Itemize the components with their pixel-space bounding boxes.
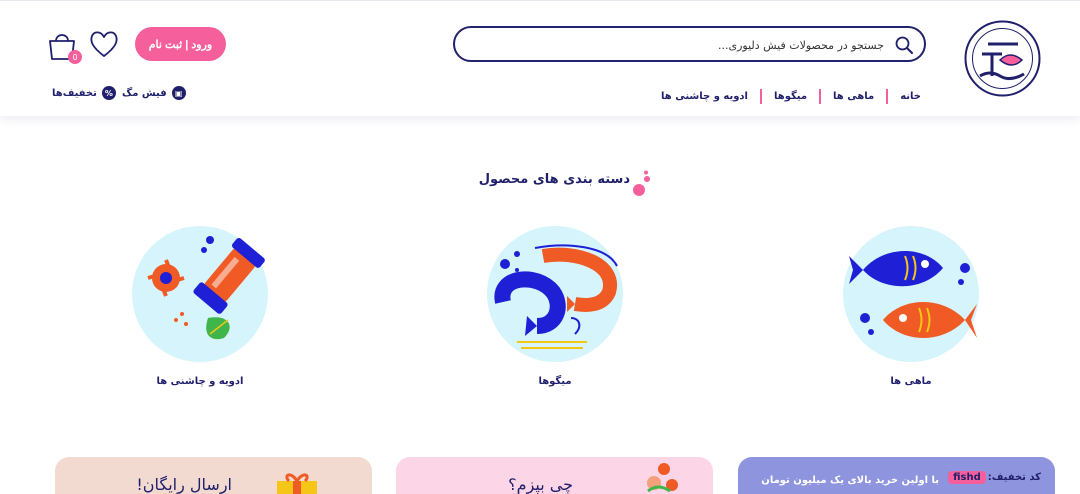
what-to-cook-banner[interactable]: چی بپزم؟ xyxy=(396,457,713,494)
category-spices-image xyxy=(132,226,268,362)
what-to-cook-title: چی بپزم؟ xyxy=(508,475,573,494)
magazine-icon: ▣ xyxy=(171,86,186,100)
category-spices[interactable]: ادویه و چاشنی ها xyxy=(130,226,270,387)
main-nav: خانه ماهی ها میگوها ادویه و چاشنی ها xyxy=(649,89,921,104)
category-label: میگوها xyxy=(538,376,572,387)
fish-icon xyxy=(849,250,977,338)
category-label: ماهی ها xyxy=(890,376,932,387)
category-shrimp-image xyxy=(487,226,623,362)
decorative-bubbles-icon xyxy=(633,170,650,196)
category-shrimp[interactable]: میگوها xyxy=(485,226,625,387)
login-register-button[interactable]: ورود | ثبت نام xyxy=(135,27,226,61)
percent-icon: % xyxy=(101,86,116,100)
cart-count-badge: 0 xyxy=(68,50,82,64)
logo-icon[interactable] xyxy=(964,14,1041,103)
category-label: ادویه و چاشنی ها xyxy=(156,376,244,387)
heart-icon[interactable] xyxy=(88,29,120,59)
free-shipping-banner[interactable]: ارسال رایگان! xyxy=(55,457,372,494)
section-title: دسته بندی های محصول xyxy=(478,172,630,187)
gift-box-icon xyxy=(277,473,317,494)
discounts-label: تخفیف‌ها xyxy=(52,87,97,99)
food-dish-icon xyxy=(647,463,678,493)
discount-code-label: کد تخفیف: xyxy=(987,472,1041,483)
nav-item-shrimp[interactable]: میگوها xyxy=(762,89,822,104)
search-input[interactable] xyxy=(474,34,884,56)
search-bar xyxy=(453,26,926,62)
shrimp-icon xyxy=(494,244,618,349)
site-header: ورود | ثبت نام 0 خانه ماهی ها میگوها ادو… xyxy=(0,0,1080,116)
fish-mag-link[interactable]: ▣ فیش مگ xyxy=(122,86,186,100)
nav-item-fish[interactable]: ماهی ها xyxy=(821,89,889,104)
search-icon[interactable] xyxy=(894,35,914,55)
free-shipping-title: ارسال رایگان! xyxy=(136,475,232,494)
discounts-link[interactable]: % تخفیف‌ها xyxy=(52,86,116,100)
category-fish-image xyxy=(843,226,979,362)
nav-item-home[interactable]: خانه xyxy=(888,89,921,104)
discount-code: fishd xyxy=(948,471,986,484)
discount-banner[interactable]: کد تخفیف: fishd با اولین خرید بالای یک م… xyxy=(738,457,1055,494)
category-fish[interactable]: ماهی ها xyxy=(841,226,981,387)
fish-mag-label: فیش مگ xyxy=(122,87,167,99)
spice-icon xyxy=(147,236,265,340)
discount-line: با اولین خرید بالای یک میلیون تومان xyxy=(761,475,939,486)
nav-item-spices[interactable]: ادویه و چاشنی ها xyxy=(649,89,762,104)
discount-code-tag: کد تخفیف: fishd xyxy=(948,471,1041,484)
